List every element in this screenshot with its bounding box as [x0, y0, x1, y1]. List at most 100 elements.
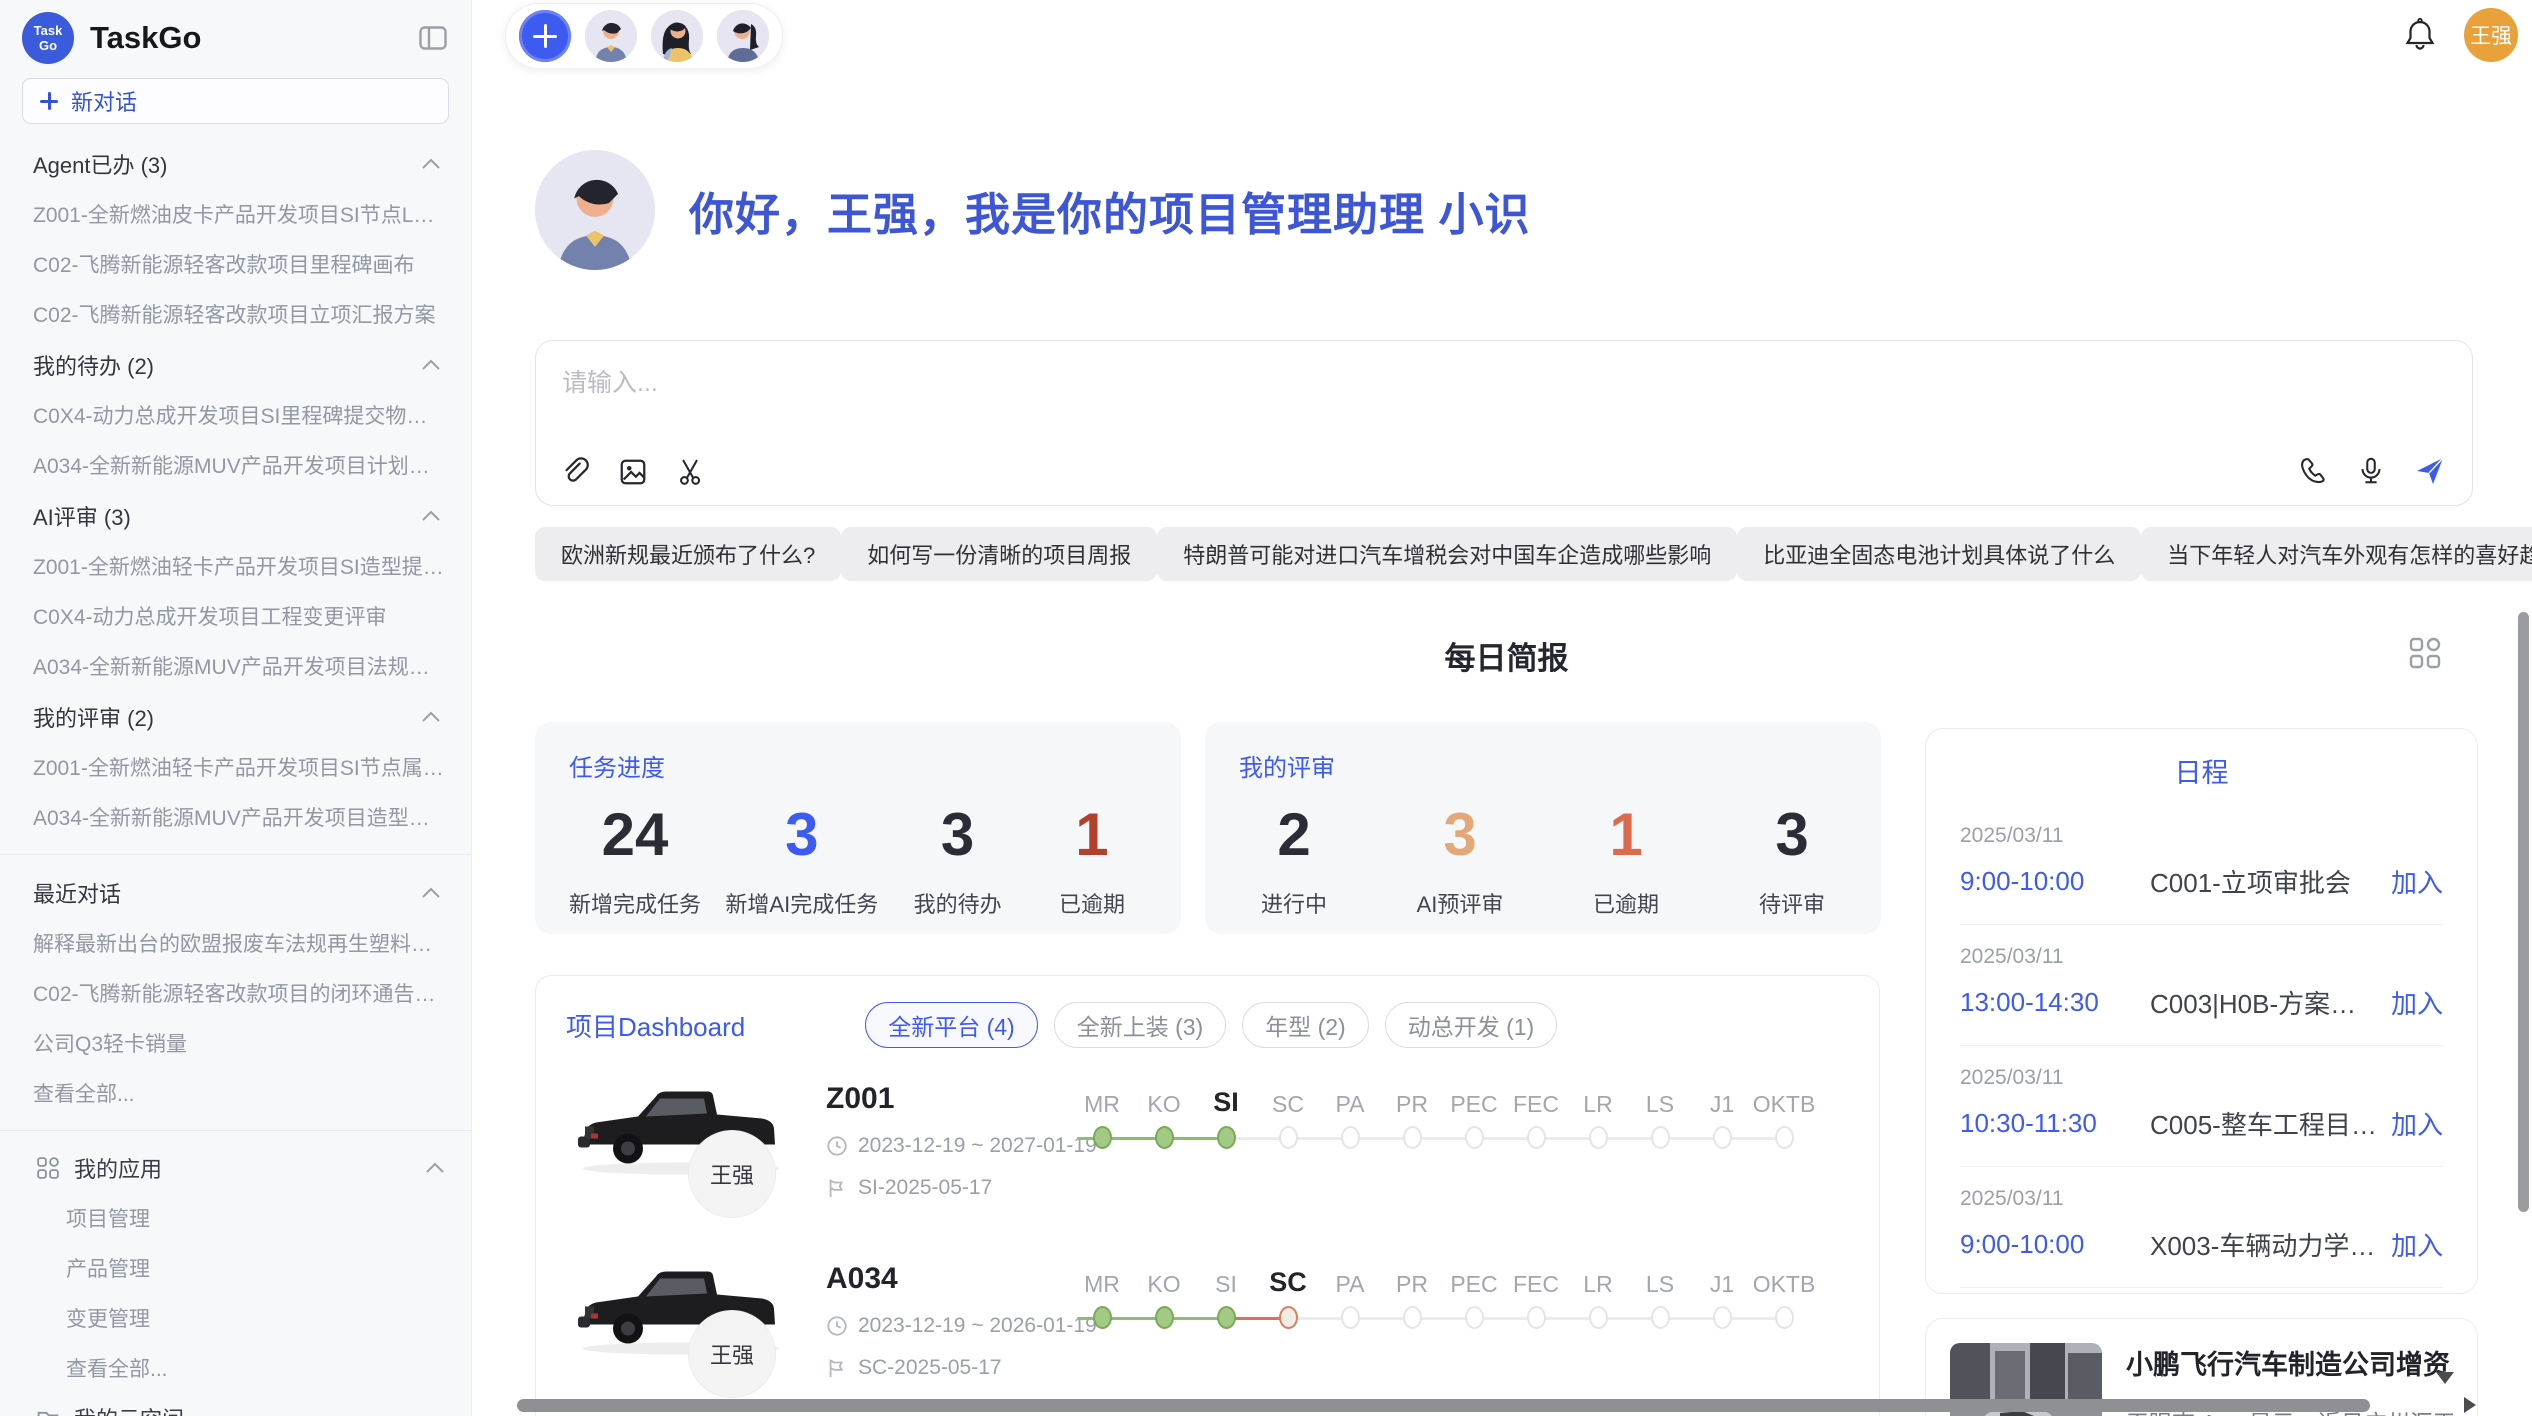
- milestone-dot: [1775, 1306, 1794, 1329]
- microphone-icon[interactable]: [2356, 456, 2386, 486]
- join-link[interactable]: 加入: [2391, 1226, 2443, 1263]
- agent-avatar-3[interactable]: [717, 10, 769, 62]
- milestone-label: LS: [1646, 1078, 1674, 1118]
- milestone-label: OKTB: [1753, 1078, 1816, 1118]
- sidebar-item[interactable]: Z001-全新燃油轻卡产品开发项目SI节点属性5D文件评审: [0, 742, 471, 792]
- project-date-range: 2023-12-19 ~ 2026-01-19: [858, 1314, 1097, 1338]
- vertical-scrollbar[interactable]: [2518, 612, 2529, 1212]
- phone-icon[interactable]: [2298, 456, 2328, 486]
- stat-label: 已逾期: [1571, 887, 1681, 919]
- suggestion-chip[interactable]: 如何写一份清晰的项目周报: [841, 527, 1157, 581]
- sidebar-item[interactable]: C0X4-动力总成开发项目工程变更评审: [0, 591, 471, 641]
- milestone-label: FEC: [1513, 1078, 1559, 1118]
- section-my-review[interactable]: 我的评审 (2): [0, 691, 471, 742]
- project-row-z001[interactable]: 王强 Z001 2023-12-19 ~ 2027-01-19 SI-2025-…: [536, 1048, 1879, 1228]
- chevron-up-icon[interactable]: [421, 359, 441, 371]
- sidebar-item[interactable]: A034-全新新能源MUV产品开发项目造型可行性评审: [0, 792, 471, 842]
- sidebar-item[interactable]: Z001-全新燃油皮卡产品开发项目SI节点Lesson Learn报告: [0, 189, 471, 239]
- add-agent-button[interactable]: [519, 10, 571, 62]
- join-link[interactable]: 加入: [2391, 984, 2443, 1021]
- schedule-item: 2025/03/11 10:30-11:30 C005-整车工程目标评审 加入: [1960, 1046, 2443, 1167]
- sidebar-item[interactable]: C0X4-动力总成开发项目SI里程碑提交物检查: [0, 390, 471, 440]
- section-agent-done[interactable]: Agent已办 (3): [0, 138, 471, 189]
- suggestion-chips: 欧洲新规最近颁布了什么? 如何写一份清晰的项目周报 特朗普可能对进口汽车增税会对…: [535, 527, 2475, 581]
- project-code: Z001: [826, 1082, 1061, 1116]
- collapse-sidebar-icon[interactable]: [419, 26, 447, 50]
- chat-composer[interactable]: 请输入...: [535, 340, 2473, 506]
- recent-chat-item[interactable]: 解释最新出台的欧盟报废车法规再生塑料比例被调至15%...: [0, 918, 471, 968]
- join-link[interactable]: 加入: [2391, 1105, 2443, 1142]
- apps-view-all[interactable]: 查看全部...: [0, 1343, 471, 1393]
- recent-view-all[interactable]: 查看全部...: [0, 1068, 471, 1118]
- sidebar-item-cloud-space[interactable]: 我的云空间: [0, 1393, 471, 1416]
- schedule-title: 日程: [1926, 751, 2477, 790]
- filter-new-platform[interactable]: 全新平台 (4): [865, 1002, 1038, 1048]
- schedule-time: 9:00-10:00: [1960, 866, 2150, 897]
- suggestion-chip[interactable]: 比亚迪全固态电池计划具体说了什么: [1737, 527, 2141, 581]
- project-code: A034: [826, 1262, 1061, 1296]
- stat-value: 24: [569, 795, 701, 875]
- send-icon[interactable]: [2414, 455, 2446, 487]
- divider: [0, 1130, 471, 1131]
- milestone-dot: [1713, 1306, 1732, 1329]
- stat-value: 1: [1571, 795, 1681, 875]
- chevron-up-icon[interactable]: [421, 510, 441, 522]
- stat-value: 1: [1037, 795, 1147, 875]
- section-recent-chats[interactable]: 最近对话: [0, 867, 471, 918]
- notification-bell-icon[interactable]: [2404, 17, 2436, 53]
- project-row-a034[interactable]: 王强 A034 2023-12-19 ~ 2026-01-19 SC-2025-…: [536, 1228, 1879, 1408]
- app-link-change-mgmt[interactable]: 变更管理: [0, 1293, 471, 1343]
- agent-avatar-2[interactable]: [651, 10, 703, 62]
- sidebar-item[interactable]: C02-飞腾新能源轻客改款项目里程碑画布: [0, 239, 471, 289]
- section-my-todo[interactable]: 我的待办 (2): [0, 339, 471, 390]
- section-label: 最近对话: [33, 877, 121, 909]
- section-ai-review[interactable]: AI评审 (3): [0, 490, 471, 541]
- schedule-item: 2025/03/11 9:00-10:00 X003-车辆动力学性能验... 加…: [1960, 1167, 2443, 1288]
- image-icon[interactable]: [618, 457, 648, 487]
- scroll-down-arrow[interactable]: [2436, 1372, 2454, 1384]
- filter-model-year[interactable]: 年型 (2): [1242, 1002, 1369, 1048]
- sidebar-item[interactable]: A034-全新新能源MUV产品开发项目计划变更表编写: [0, 440, 471, 490]
- stat-new-ai-done: 3新增AI完成任务: [725, 795, 878, 919]
- milestone-label: PEC: [1450, 1078, 1497, 1118]
- chevron-up-icon[interactable]: [421, 711, 441, 723]
- milestone-pa: PA: [1319, 1078, 1381, 1149]
- milestone-label: OKTB: [1753, 1258, 1816, 1298]
- app-link-product-mgmt[interactable]: 产品管理: [0, 1243, 471, 1293]
- chevron-up-icon[interactable]: [421, 887, 441, 899]
- milestone-ko: KO: [1133, 1258, 1195, 1329]
- sidebar-item[interactable]: Z001-全新燃油轻卡产品开发项目SI造型提交物评审: [0, 541, 471, 591]
- chevron-up-icon[interactable]: [425, 1162, 445, 1174]
- recent-chat-item[interactable]: 公司Q3轻卡销量: [0, 1018, 471, 1068]
- scroll-right-arrow[interactable]: [2464, 1397, 2476, 1413]
- user-avatar[interactable]: 王强: [2464, 8, 2518, 62]
- sidebar-item[interactable]: A034-全新新能源MUV产品开发项目法规符合性评审: [0, 641, 471, 691]
- agent-avatar-1[interactable]: [585, 10, 637, 62]
- layout-grid-icon[interactable]: [2408, 636, 2442, 670]
- new-chat-label: 新对话: [71, 85, 137, 117]
- join-link[interactable]: 加入: [2391, 863, 2443, 900]
- milestone-label: LR: [1583, 1078, 1612, 1118]
- sidebar-item-my-apps[interactable]: 我的应用: [0, 1143, 471, 1193]
- project-owner-badge: 王强: [688, 1130, 776, 1218]
- logo-text-top: Task: [34, 23, 63, 38]
- sidebar-item[interactable]: C02-飞腾新能源轻客改款项目立项汇报方案: [0, 289, 471, 339]
- scissors-icon[interactable]: [676, 457, 706, 487]
- chevron-up-icon[interactable]: [421, 158, 441, 170]
- user-avatar-label: 王强: [2470, 20, 2512, 50]
- suggestion-chip[interactable]: 当下年轻人对汽车外观有怎样的喜好趋势: [2141, 527, 2532, 581]
- attachment-icon[interactable]: [560, 457, 590, 487]
- filter-new-body[interactable]: 全新上装 (3): [1054, 1002, 1227, 1048]
- recent-chat-item[interactable]: C02-飞腾新能源轻客改款项目的闭环通告反馈情况: [0, 968, 471, 1018]
- suggestion-chip[interactable]: 欧洲新规最近颁布了什么?: [535, 527, 841, 581]
- dashboard-title: 项目Dashboard: [566, 1007, 745, 1044]
- milestone-lr: LR: [1567, 1258, 1629, 1329]
- my-review-stats: 2进行中 3AI预评审 1已逾期 3待评审: [1239, 795, 1847, 919]
- new-chat-button[interactable]: 新对话: [22, 78, 449, 124]
- milestone-cells: MR KO SI SC PA PR PEC FEC LR LS J1 OKTB: [1071, 1078, 1815, 1149]
- horizontal-scrollbar[interactable]: [517, 1399, 2370, 1412]
- app-link-project-mgmt[interactable]: 项目管理: [0, 1193, 471, 1243]
- suggestion-chip[interactable]: 特朗普可能对进口汽车增税会对中国车企造成哪些影响: [1157, 527, 1737, 581]
- milestone-label: PR: [1396, 1078, 1428, 1118]
- filter-powertrain[interactable]: 动总开发 (1): [1385, 1002, 1558, 1048]
